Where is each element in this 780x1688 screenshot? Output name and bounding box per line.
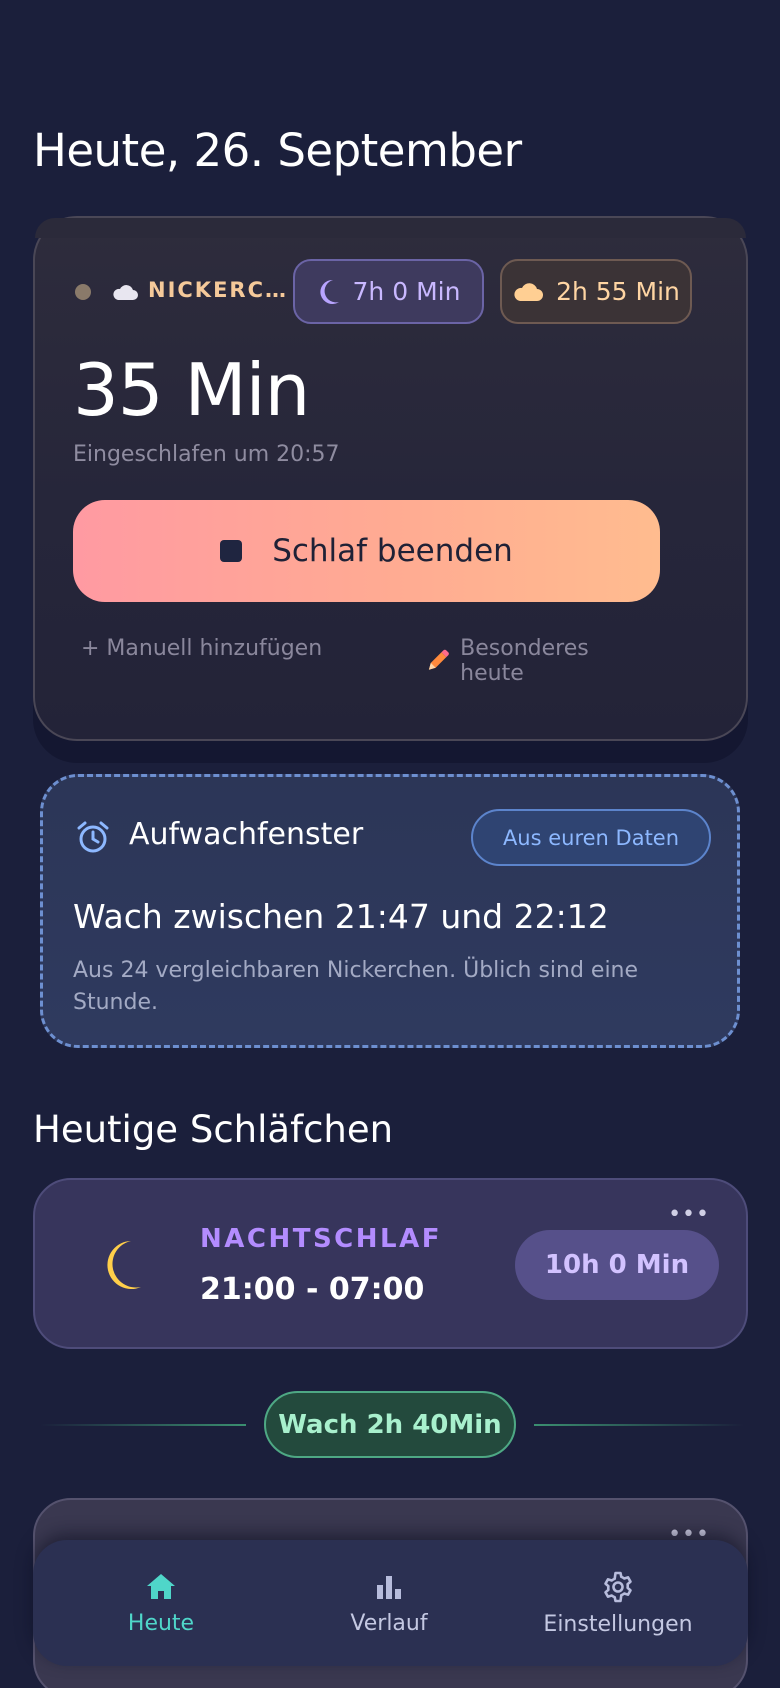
pencil-icon — [428, 649, 449, 670]
stop-icon — [220, 540, 243, 562]
elapsed-duration: 35 Min — [73, 348, 310, 432]
wake-window-card: Aufwachfenster Aus euren Daten Wach zwis… — [40, 774, 740, 1048]
nav-label-history: Verlauf — [350, 1610, 428, 1636]
wake-range-text: Wach zwischen 21:47 und 22:12 — [73, 897, 609, 936]
moon-icon — [107, 1241, 141, 1289]
cloud-icon — [113, 285, 138, 300]
end-sleep-label: Schlaf beenden — [272, 533, 513, 569]
moon-icon — [319, 279, 339, 304]
sleep-duration-chip: 10h 0 Min — [515, 1230, 719, 1300]
sleep-time-range: 21:00 - 07:00 — [200, 1272, 425, 1307]
data-source-chip[interactable]: Aus euren Daten — [471, 809, 711, 866]
card-highlight — [35, 218, 746, 238]
nav-label-settings: Einstellungen — [543, 1611, 693, 1637]
asleep-at-text: Eingeschlafen um 20:57 — [73, 442, 340, 467]
nav-item-history[interactable]: Verlauf — [289, 1540, 489, 1666]
status-dot — [75, 284, 91, 300]
cloud-icon — [514, 282, 544, 301]
wake-window-title: Aufwachfenster — [129, 817, 364, 852]
add-manual-link[interactable]: + Manuell hinzufügen — [81, 636, 322, 661]
bottom-navigation: Heute Verlauf Einstellungen — [33, 1540, 748, 1666]
night-sleep-card[interactable]: ••• NACHTSCHLAF 21:00 - 07:00 10h 0 Min — [33, 1178, 748, 1349]
nap-total-label: 2h 55 Min — [556, 277, 680, 306]
sleep-kind-label: NACHTSCHLAF — [200, 1224, 442, 1254]
nap-total-pill[interactable]: 2h 55 Min — [500, 259, 692, 324]
bar-chart-icon — [377, 1575, 401, 1599]
active-sleep-card: NICKERCH… 7h 0 Min 2h 55 Min 35 Min Eing… — [33, 216, 748, 741]
awake-duration-chip: Wach 2h 40Min — [264, 1391, 516, 1458]
night-total-label: 7h 0 Min — [352, 277, 461, 306]
night-total-pill[interactable]: 7h 0 Min — [293, 259, 484, 324]
nav-item-settings[interactable]: Einstellungen — [518, 1540, 718, 1666]
naps-section-title: Heutige Schläfchen — [33, 1108, 394, 1151]
end-sleep-button[interactable]: Schlaf beenden — [73, 500, 660, 602]
awake-divider-right — [534, 1424, 744, 1426]
sleep-type-label: NICKERCH… — [148, 278, 288, 302]
special-today-link[interactable]: Besonderes heute — [425, 636, 653, 686]
gear-icon — [604, 1571, 632, 1602]
page-title: Heute, 26. September — [33, 124, 522, 177]
special-today-label: Besonderes heute — [460, 636, 589, 686]
app-screen: Heute, 26. September NICKERCH… 7h 0 Min … — [0, 0, 780, 1688]
awake-divider-left — [40, 1424, 246, 1426]
wake-note-text: Aus 24 vergleichbaren Nickerchen. Üblich… — [73, 958, 639, 1015]
nav-item-today[interactable]: Heute — [61, 1540, 261, 1666]
more-options-icon[interactable]: ••• — [668, 1204, 710, 1226]
alarm-clock-icon — [77, 821, 109, 853]
home-icon — [147, 1573, 175, 1599]
nav-label-today: Heute — [127, 1610, 195, 1636]
